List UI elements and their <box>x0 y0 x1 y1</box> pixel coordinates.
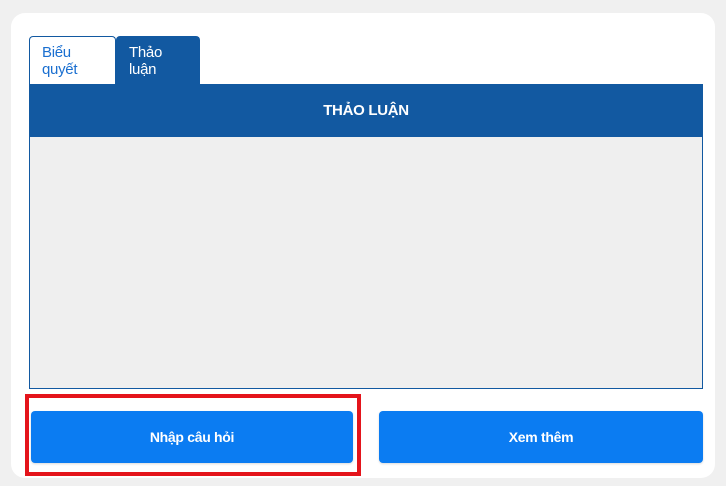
enter-question-button[interactable]: Nhập câu hỏi <box>31 411 353 463</box>
panel-title: THẢO LUẬN <box>323 102 409 119</box>
tab-bar: Biểu quyết Thảo luận <box>29 36 200 84</box>
tab-discussion[interactable]: Thảo luận <box>116 36 200 84</box>
see-more-button[interactable]: Xem thêm <box>379 411 703 463</box>
tab-discussion-label: Thảo luận <box>129 43 162 78</box>
enter-question-label: Nhập câu hỏi <box>149 429 235 445</box>
tab-voting[interactable]: Biểu quyết <box>29 36 116 84</box>
see-more-label: Xem thêm <box>508 429 574 445</box>
panel-header: THẢO LUẬN <box>29 84 703 137</box>
tab-voting-label: Biểu quyết <box>42 43 78 78</box>
discussion-list <box>29 137 703 389</box>
